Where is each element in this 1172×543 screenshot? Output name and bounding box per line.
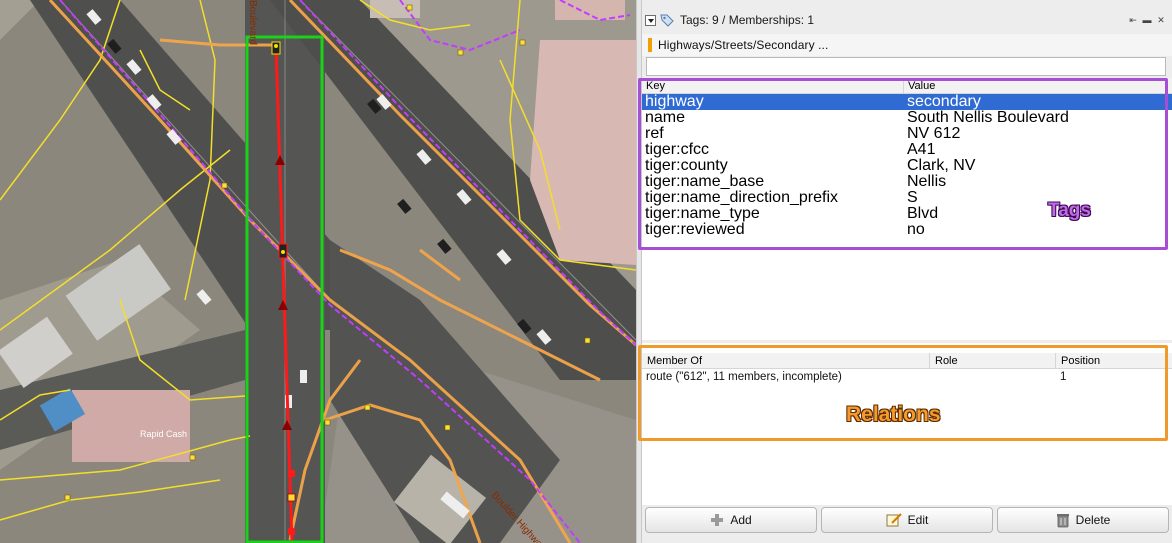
delete-button-label: Delete (1075, 513, 1111, 527)
collapse-toggle-icon[interactable] (645, 14, 656, 26)
add-icon (711, 514, 724, 526)
tag-row[interactable]: tiger:name_type Blvd (642, 206, 1172, 222)
tag-row[interactable]: tiger:name_direction_prefix S (642, 190, 1172, 206)
tag-key[interactable]: name (642, 110, 904, 126)
tags-table-body: highway secondary name South Nellis Boulev… (642, 94, 1172, 238)
tag-row[interactable]: name South Nellis Boulevard (642, 110, 1172, 126)
membership-relation[interactable]: route ("612", 11 members, incomplete) (642, 369, 930, 385)
membership-role[interactable] (930, 369, 1056, 385)
memberships-table[interactable]: Member Of Role Position route ("612", 11… (638, 343, 1172, 505)
tag-key[interactable]: tiger:county (642, 158, 904, 174)
tag-row[interactable]: ref NV 612 (642, 126, 1172, 142)
map-view[interactable]: Rapid Cash Boulevard Boulder Highway (0, 0, 636, 543)
tag-value[interactable]: S (904, 190, 918, 206)
street-name-label: Boulevard (247, 0, 258, 46)
map-canvas[interactable] (0, 0, 636, 543)
relations-callout: Relations (846, 403, 941, 426)
tag-row[interactable]: tiger:reviewed no (642, 222, 1172, 238)
edit-button[interactable]: Edit (821, 507, 993, 533)
tag-filter-input[interactable] (646, 57, 1166, 76)
close-icon[interactable]: ✕ (1156, 15, 1166, 25)
tag-key[interactable]: ref (642, 126, 904, 142)
properties-panel: Tags: 9 / Memberships: 1 ⇤ ▬ ✕ Highways/… (638, 0, 1172, 543)
tag-value[interactable]: South Nellis Boulevard (904, 110, 1069, 126)
tags-callout: Tags (1048, 200, 1091, 221)
button-bar: Add Edit Delete (642, 507, 1172, 537)
tag-row[interactable]: tiger:name_base Nellis (642, 174, 1172, 190)
tag-row[interactable]: tiger:county Clark, NV (642, 158, 1172, 174)
column-header-role[interactable]: Role (930, 353, 1056, 368)
edit-icon (886, 513, 902, 527)
membership-row[interactable]: route ("612", 11 members, incomplete) 1 (642, 369, 1172, 385)
trash-icon (1056, 514, 1069, 528)
membership-position[interactable]: 1 (1056, 369, 1172, 385)
column-header-value[interactable]: Value (904, 78, 1172, 93)
column-header-position[interactable]: Position (1056, 353, 1172, 368)
tag-value[interactable]: Nellis (904, 174, 946, 190)
edit-button-label: Edit (907, 513, 929, 527)
preset-name: Highways/Streets/Secondary ... (658, 38, 829, 52)
tag-key[interactable]: tiger:name_type (642, 206, 904, 222)
panel-header: Tags: 9 / Memberships: 1 ⇤ ▬ ✕ (642, 10, 1172, 30)
tags-table[interactable]: Key Value highway secondary name South Nel… (638, 78, 1172, 340)
tag-value[interactable]: no (904, 222, 925, 238)
add-button[interactable]: Add (645, 507, 817, 533)
tag-row[interactable]: tiger:cfcc A41 (642, 142, 1172, 158)
tag-value[interactable]: secondary (904, 94, 981, 110)
memberships-table-header: Member Of Role Position (642, 353, 1172, 369)
tag-value[interactable]: Blvd (904, 206, 938, 222)
add-button-label: Add (730, 513, 752, 527)
preset-label[interactable]: Highways/Streets/Secondary ... (642, 34, 1172, 56)
tag-value[interactable]: NV 612 (904, 126, 960, 142)
dock-icon[interactable]: ⇤ (1128, 15, 1138, 25)
tag-key[interactable]: tiger:cfcc (642, 142, 904, 158)
column-header-key[interactable]: Key (642, 78, 904, 93)
delete-button[interactable]: Delete (997, 507, 1169, 533)
panel-title: Tags: 9 / Memberships: 1 (680, 13, 815, 27)
minimize-icon[interactable]: ▬ (1142, 15, 1152, 25)
tag-key[interactable]: highway (642, 94, 904, 110)
column-header-member-of[interactable]: Member Of (642, 353, 930, 368)
tags-table-header: Key Value (642, 78, 1172, 94)
tag-key[interactable]: tiger:reviewed (642, 222, 904, 238)
tag-row[interactable]: highway secondary (642, 94, 1172, 110)
tag-icon (660, 14, 674, 27)
poi-label: Rapid Cash (140, 429, 188, 439)
tag-value[interactable]: Clark, NV (904, 158, 975, 174)
tag-key[interactable]: tiger:name_base (642, 174, 904, 190)
tag-value[interactable]: A41 (904, 142, 935, 158)
tag-key[interactable]: tiger:name_direction_prefix (642, 190, 904, 206)
preset-icon (648, 38, 652, 52)
